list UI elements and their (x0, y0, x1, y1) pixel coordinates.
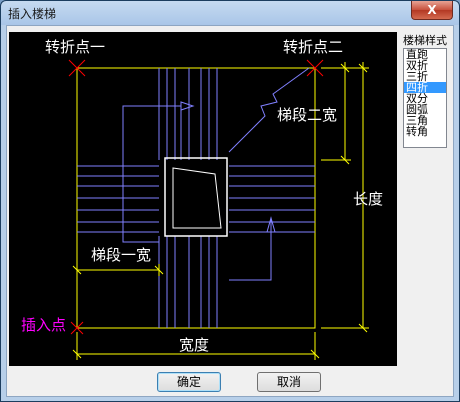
flight-2-width-label: 梯段二宽 (277, 106, 337, 124)
ok-button[interactable]: 确定 (157, 372, 221, 392)
insert-stairs-dialog: 插入楼梯 X 转折点一 转折点二 梯段二宽 长度 梯段一宽 插入点 宽度 楼梯样… (0, 0, 460, 402)
well-inner (172, 167, 222, 229)
cancel-button[interactable]: 取消 (257, 372, 321, 392)
dialog-title: 插入楼梯 (8, 7, 57, 21)
style-item-corner[interactable]: 转角 (404, 126, 446, 137)
insert-point-label: 插入点 (21, 316, 66, 334)
stair-style-panel: 楼梯样式 直跑 双折 三折 四折 双分 圆弧 三角 转角 (403, 30, 449, 330)
close-button[interactable]: X (411, 1, 453, 20)
turn-point-1-label: 转折点一 (45, 38, 105, 56)
flight-1-width-label: 梯段一宽 (91, 246, 151, 264)
length-label: 长度 (353, 190, 383, 208)
turn-point-2-label: 转折点二 (283, 38, 343, 56)
width-label: 宽度 (179, 336, 209, 354)
stair-preview: 转折点一 转折点二 梯段二宽 长度 梯段一宽 插入点 宽度 (9, 32, 397, 366)
title-bar[interactable]: 插入楼梯 X (1, 1, 459, 25)
dialog-body: 转折点一 转折点二 梯段二宽 长度 梯段一宽 插入点 宽度 楼梯样式 直跑 双折… (6, 25, 454, 397)
stair-style-list[interactable]: 直跑 双折 三折 四折 双分 圆弧 三角 转角 (403, 48, 447, 148)
turn-point-markers (68, 59, 324, 335)
stair-style-label: 楼梯样式 (403, 34, 447, 47)
